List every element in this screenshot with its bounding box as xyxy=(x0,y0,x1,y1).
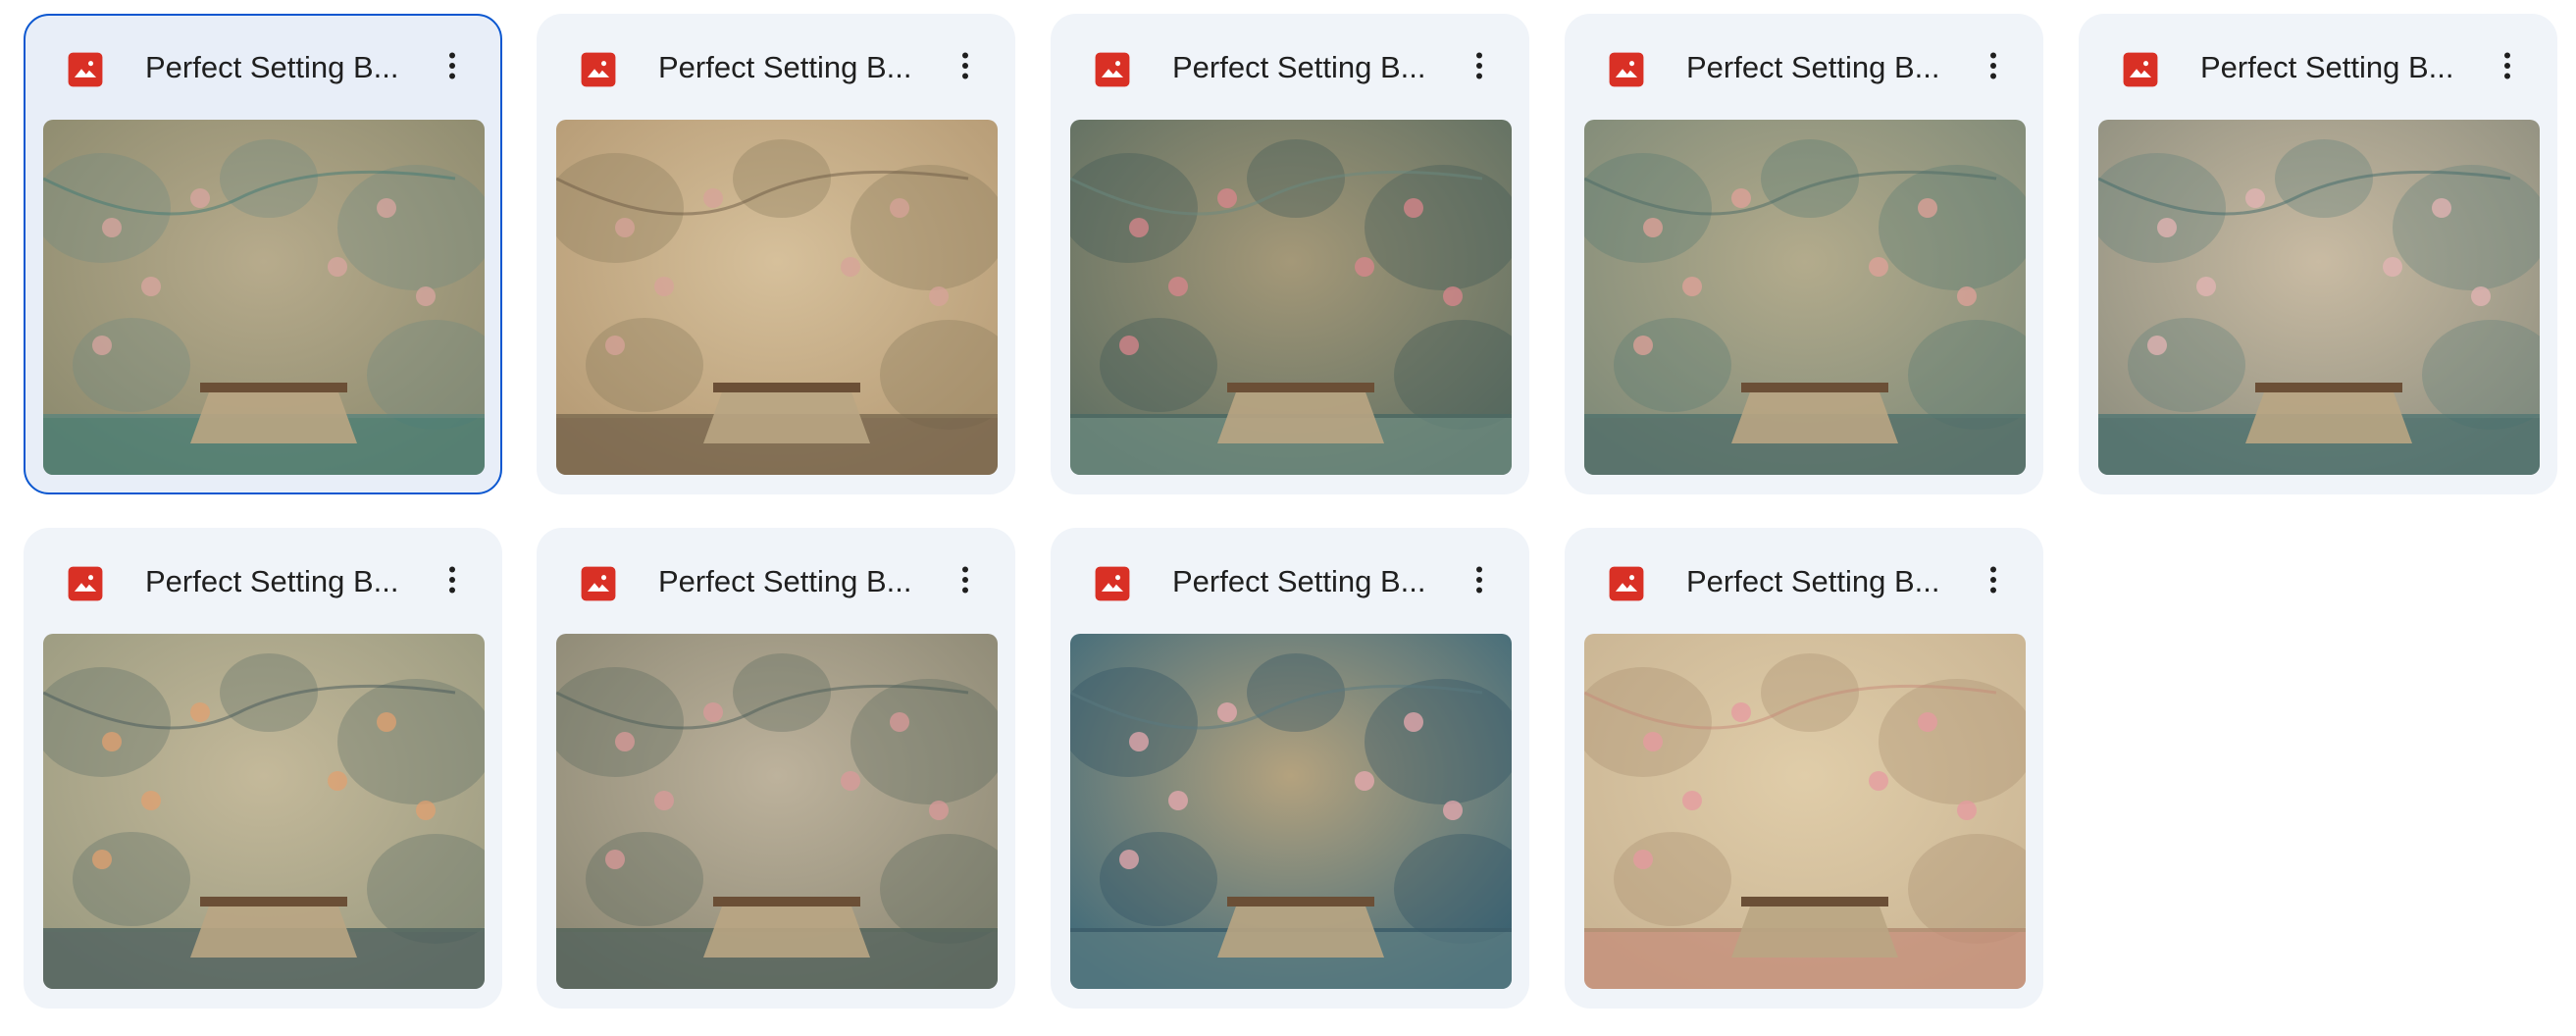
file-card-header: Perfect Setting B... xyxy=(1053,16,1527,122)
image-file-icon xyxy=(1094,51,1131,88)
file-card-header: Perfect Setting B... xyxy=(1053,530,1527,636)
file-card[interactable]: Perfect Setting B... xyxy=(1051,528,1529,1009)
more-vert-icon[interactable] xyxy=(939,39,992,92)
image-file-icon xyxy=(1094,565,1131,602)
image-file-icon xyxy=(2122,51,2159,88)
image-file-icon xyxy=(1608,565,1645,602)
image-file-icon xyxy=(67,565,104,602)
file-thumbnail[interactable] xyxy=(2098,120,2540,475)
file-card-header: Perfect Setting B... xyxy=(26,530,500,636)
file-title[interactable]: Perfect Setting B... xyxy=(1686,45,1971,90)
file-card[interactable]: Perfect Setting B... xyxy=(2079,14,2557,494)
file-card[interactable]: Perfect Setting B... xyxy=(1565,528,2043,1009)
image-file-icon xyxy=(580,51,617,88)
file-title[interactable]: Perfect Setting B... xyxy=(145,559,430,604)
file-thumbnail[interactable] xyxy=(1584,634,2026,989)
file-thumbnail[interactable] xyxy=(1070,634,1512,989)
file-thumbnail[interactable] xyxy=(43,120,485,475)
file-thumbnail[interactable] xyxy=(1584,120,2026,475)
more-vert-icon[interactable] xyxy=(426,39,479,92)
more-vert-icon[interactable] xyxy=(2481,39,2534,92)
file-title[interactable]: Perfect Setting B... xyxy=(145,45,430,90)
file-thumbnail[interactable] xyxy=(43,634,485,989)
file-thumbnail[interactable] xyxy=(556,634,998,989)
file-card-header: Perfect Setting B... xyxy=(539,530,1013,636)
more-vert-icon[interactable] xyxy=(1453,553,1506,606)
file-title[interactable]: Perfect Setting B... xyxy=(2200,45,2485,90)
file-title[interactable]: Perfect Setting B... xyxy=(658,45,943,90)
more-vert-icon[interactable] xyxy=(1453,39,1506,92)
file-title[interactable]: Perfect Setting B... xyxy=(1172,45,1457,90)
file-thumbnail[interactable] xyxy=(1070,120,1512,475)
file-card[interactable]: Perfect Setting B... xyxy=(24,14,502,494)
file-title[interactable]: Perfect Setting B... xyxy=(658,559,943,604)
file-card-header: Perfect Setting B... xyxy=(1567,530,2041,636)
file-card-header: Perfect Setting B... xyxy=(539,16,1013,122)
file-card[interactable]: Perfect Setting B... xyxy=(1565,14,2043,494)
file-card-header: Perfect Setting B... xyxy=(2081,16,2555,122)
image-file-icon xyxy=(1608,51,1645,88)
image-file-icon xyxy=(580,565,617,602)
file-card[interactable]: Perfect Setting B... xyxy=(24,528,502,1009)
file-thumbnail[interactable] xyxy=(556,120,998,475)
file-card-header: Perfect Setting B... xyxy=(1567,16,2041,122)
file-card[interactable]: Perfect Setting B... xyxy=(537,528,1015,1009)
file-title[interactable]: Perfect Setting B... xyxy=(1686,559,1971,604)
file-card-header: Perfect Setting B... xyxy=(26,16,500,122)
more-vert-icon[interactable] xyxy=(1967,553,2020,606)
more-vert-icon[interactable] xyxy=(939,553,992,606)
image-file-icon xyxy=(67,51,104,88)
file-grid: Perfect Setting B... Perfect Setting B...… xyxy=(0,0,2576,1036)
more-vert-icon[interactable] xyxy=(1967,39,2020,92)
file-card[interactable]: Perfect Setting B... xyxy=(537,14,1015,494)
file-card[interactable]: Perfect Setting B... xyxy=(1051,14,1529,494)
more-vert-icon[interactable] xyxy=(426,553,479,606)
file-title[interactable]: Perfect Setting B... xyxy=(1172,559,1457,604)
